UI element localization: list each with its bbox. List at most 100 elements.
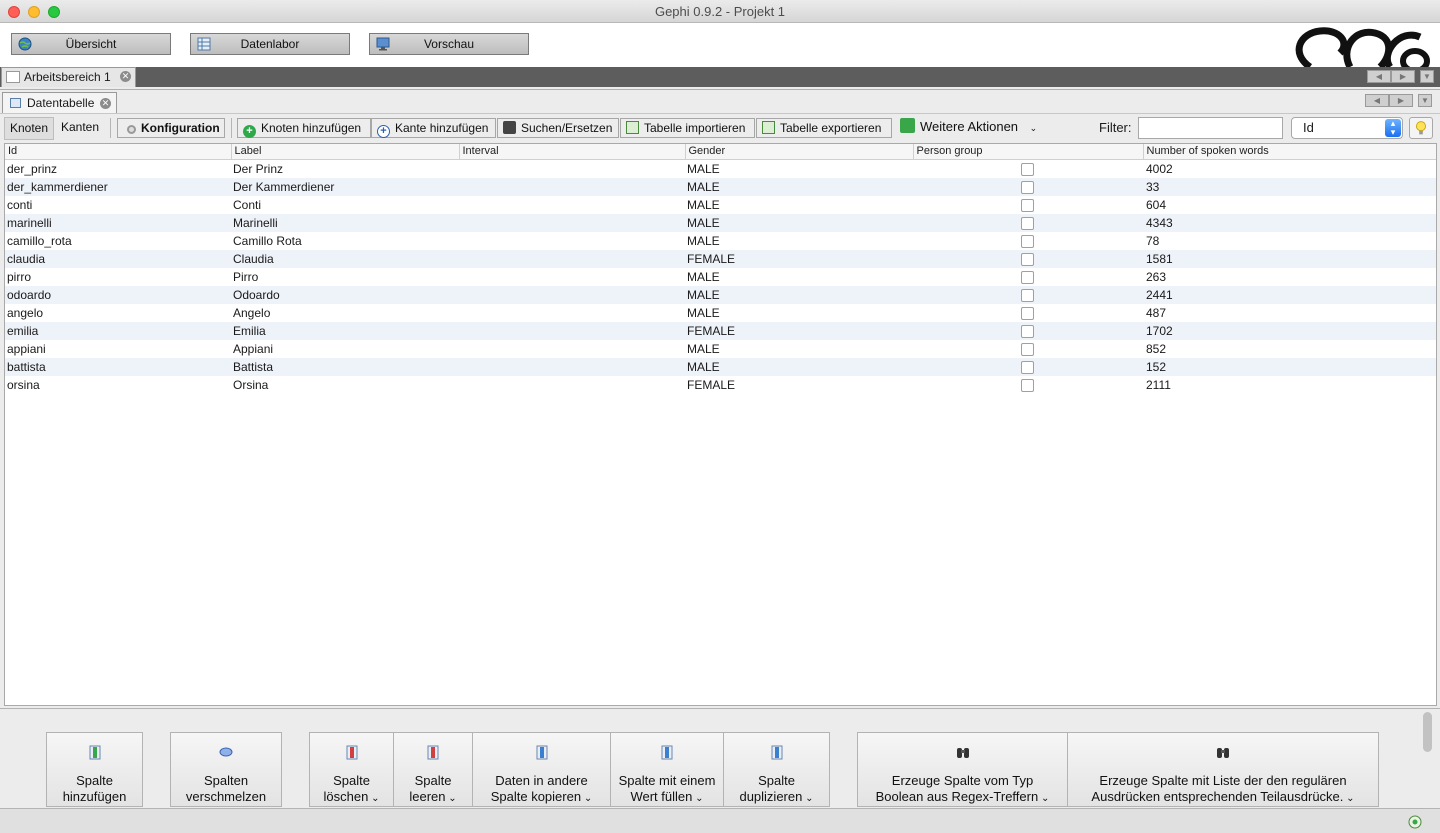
column-action-button[interactable]: Daten in andere Spalte kopieren ⌄: [472, 732, 611, 807]
person-group-checkbox[interactable]: [1020, 198, 1034, 212]
add-node-button[interactable]: + Knoten hinzufügen: [237, 118, 371, 138]
table-row[interactable]: marinelli Marinelli MALE 4343: [5, 213, 1436, 232]
cell-label[interactable]: Pirro: [231, 268, 459, 286]
cell-label[interactable]: Battista: [231, 357, 459, 376]
cell-id[interactable]: emilia: [5, 321, 231, 340]
table-row[interactable]: claudia Claudia FEMALE 1581: [5, 249, 1436, 268]
cell-id[interactable]: conti: [5, 196, 231, 214]
cell-person-group[interactable]: [913, 159, 1143, 178]
cell-spoken-words[interactable]: 2111: [1143, 376, 1436, 394]
more-actions-menu[interactable]: Weitere Aktionen ⌄: [895, 118, 1042, 138]
scroll-left-icon[interactable]: ◀: [1367, 70, 1391, 83]
table-row[interactable]: appiani Appiani MALE 852: [5, 340, 1436, 358]
cell-spoken-words[interactable]: 33: [1143, 177, 1436, 196]
filter-input[interactable]: [1138, 117, 1283, 139]
cell-interval[interactable]: [459, 249, 685, 268]
cell-interval[interactable]: [459, 177, 685, 196]
cell-id[interactable]: angelo: [5, 304, 231, 322]
cell-label[interactable]: Claudia: [231, 249, 459, 268]
search-replace-button[interactable]: Suchen/Ersetzen: [497, 118, 619, 138]
cell-spoken-words[interactable]: 852: [1143, 340, 1436, 358]
cell-interval[interactable]: [459, 196, 685, 214]
cell-id[interactable]: claudia: [5, 249, 231, 268]
cell-person-group[interactable]: [913, 196, 1143, 214]
cell-id[interactable]: camillo_rota: [5, 232, 231, 250]
table-row[interactable]: der_prinz Der Prinz MALE 4002: [5, 159, 1436, 178]
cell-gender[interactable]: FEMALE: [685, 376, 913, 394]
cell-label[interactable]: Der Prinz: [231, 159, 459, 178]
workspace-tab[interactable]: Arbeitsbereich 1 ✕: [1, 67, 136, 87]
mode-button-overview[interactable]: Übersicht: [11, 33, 171, 55]
cell-interval[interactable]: [459, 159, 685, 178]
person-group-checkbox[interactable]: [1020, 288, 1034, 302]
cell-interval[interactable]: [459, 268, 685, 286]
cell-spoken-words[interactable]: 78: [1143, 232, 1436, 250]
table-row[interactable]: conti Conti MALE 604: [5, 196, 1436, 214]
cell-id[interactable]: odoardo: [5, 285, 231, 304]
cell-interval[interactable]: [459, 340, 685, 358]
close-icon[interactable]: ✕: [120, 71, 131, 82]
column-action-button[interactable]: Spalte löschen ⌄: [309, 732, 394, 807]
column-action-button[interactable]: Spalte duplizieren ⌄: [723, 732, 830, 807]
person-group-checkbox[interactable]: [1020, 162, 1034, 176]
person-group-checkbox[interactable]: [1020, 270, 1034, 284]
close-icon[interactable]: ✕: [100, 98, 111, 109]
cell-spoken-words[interactable]: 4343: [1143, 213, 1436, 232]
column-header-spoken-words[interactable]: Number of spoken words: [1143, 144, 1436, 160]
cell-spoken-words[interactable]: 2441: [1143, 285, 1436, 304]
cell-person-group[interactable]: [913, 321, 1143, 340]
person-group-checkbox[interactable]: [1020, 324, 1034, 338]
cell-gender[interactable]: MALE: [685, 196, 913, 214]
person-group-checkbox[interactable]: [1020, 234, 1034, 248]
cell-interval[interactable]: [459, 357, 685, 376]
cell-id[interactable]: appiani: [5, 340, 231, 358]
person-group-checkbox[interactable]: [1020, 180, 1034, 194]
column-action-button[interactable]: Spalte mit einem Wert füllen ⌄: [610, 732, 724, 807]
cell-id[interactable]: orsina: [5, 376, 231, 394]
cell-label[interactable]: Conti: [231, 196, 459, 214]
panel-menu-icon[interactable]: ▼: [1418, 94, 1432, 107]
cell-spoken-words[interactable]: 152: [1143, 357, 1436, 376]
cell-gender[interactable]: MALE: [685, 357, 913, 376]
cell-label[interactable]: Marinelli: [231, 213, 459, 232]
cell-id[interactable]: battista: [5, 357, 231, 376]
table-row[interactable]: der_kammerdiener Der Kammerdiener MALE 33: [5, 177, 1436, 196]
cell-interval[interactable]: [459, 376, 685, 394]
cell-interval[interactable]: [459, 213, 685, 232]
cell-id[interactable]: marinelli: [5, 213, 231, 232]
cell-gender[interactable]: FEMALE: [685, 249, 913, 268]
table-row[interactable]: odoardo Odoardo MALE 2441: [5, 285, 1436, 304]
notification-icon[interactable]: [1407, 814, 1423, 830]
table-row[interactable]: battista Battista MALE 152: [5, 357, 1436, 376]
data-table-tab[interactable]: Datentabelle ✕: [2, 92, 117, 114]
person-group-checkbox[interactable]: [1020, 342, 1034, 356]
column-header-label[interactable]: Label: [231, 144, 460, 160]
cell-interval[interactable]: [459, 321, 685, 340]
scroll-right-icon[interactable]: ▶: [1389, 94, 1413, 107]
cell-id[interactable]: der_prinz: [5, 159, 231, 178]
table-row[interactable]: emilia Emilia FEMALE 1702: [5, 321, 1436, 340]
cell-gender[interactable]: MALE: [685, 213, 913, 232]
column-action-button[interactable]: Spalten verschmelzen: [170, 732, 282, 807]
cell-id[interactable]: pirro: [5, 268, 231, 286]
cell-spoken-words[interactable]: 1581: [1143, 249, 1436, 268]
window-menu-icon[interactable]: ▼: [1420, 70, 1434, 83]
filter-column-select[interactable]: Id ▴ ▾: [1291, 117, 1403, 139]
cell-label[interactable]: Odoardo: [231, 285, 459, 304]
mode-button-data-lab[interactable]: Datenlabor: [190, 33, 350, 55]
cell-spoken-words[interactable]: 604: [1143, 196, 1436, 214]
cell-label[interactable]: Der Kammerdiener: [231, 177, 459, 196]
cell-id[interactable]: der_kammerdiener: [5, 177, 231, 196]
cell-gender[interactable]: MALE: [685, 304, 913, 322]
cell-gender[interactable]: MALE: [685, 159, 913, 178]
tab-nodes[interactable]: Knoten: [4, 117, 54, 140]
cell-interval[interactable]: [459, 304, 685, 322]
cell-label[interactable]: Camillo Rota: [231, 232, 459, 250]
column-header-person-group[interactable]: Person group: [913, 144, 1144, 160]
cell-person-group[interactable]: [913, 285, 1143, 304]
cell-label[interactable]: Orsina: [231, 376, 459, 394]
column-action-button[interactable]: Spalte hinzufügen: [46, 732, 143, 807]
person-group-checkbox[interactable]: [1020, 216, 1034, 230]
column-header-gender[interactable]: Gender: [685, 144, 914, 160]
cell-spoken-words[interactable]: 487: [1143, 304, 1436, 322]
